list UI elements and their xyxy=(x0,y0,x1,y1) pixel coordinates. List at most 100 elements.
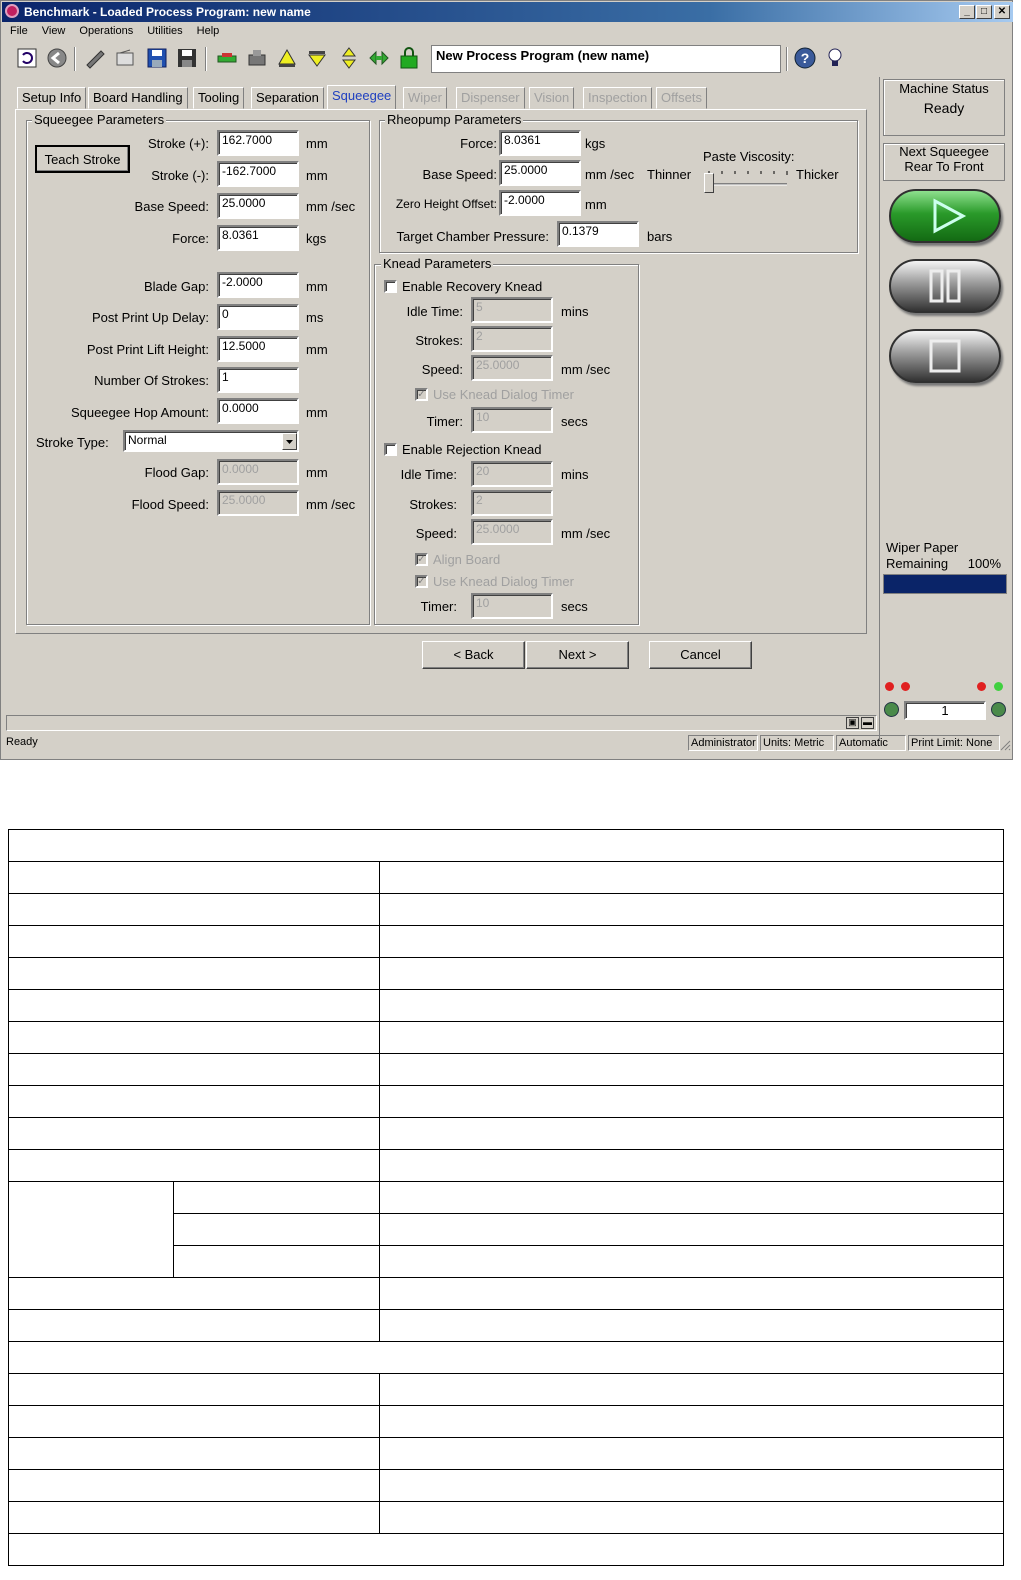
menu-view[interactable]: View xyxy=(34,23,72,37)
stroke-plus-label: Stroke (+): xyxy=(147,136,209,151)
align-icon[interactable] xyxy=(366,45,392,71)
menu-utilities[interactable]: Utilities xyxy=(139,23,188,37)
tab-tooling[interactable]: Tooling xyxy=(193,87,245,109)
target-chamber-pressure-unit: bars xyxy=(647,229,673,244)
minimize-button[interactable]: _ xyxy=(959,5,975,19)
rejection-strokes-input[interactable]: 2 xyxy=(471,490,553,516)
menu-help[interactable]: Help xyxy=(189,23,226,37)
zero-height-offset-input[interactable]: -2.0000 xyxy=(499,190,581,216)
enable-rejection-knead-checkbox[interactable] xyxy=(384,443,397,456)
save-as-icon[interactable] xyxy=(174,45,200,71)
table-cell xyxy=(8,1309,380,1342)
restore-pane-icon[interactable]: ▣ xyxy=(846,717,859,729)
status-text: Ready xyxy=(6,736,38,748)
tab-board-handling[interactable]: Board Handling xyxy=(88,87,188,109)
squeegee-hop-amount-input[interactable]: 0.0000 xyxy=(217,398,299,424)
rejection-timer-input[interactable]: 10 xyxy=(471,593,553,619)
maximize-button[interactable]: □ xyxy=(976,5,992,19)
tab-setup-info[interactable]: Setup Info xyxy=(17,87,87,109)
stop-button[interactable] xyxy=(889,329,1001,383)
stroke-minus-input[interactable]: -162.7000 xyxy=(217,161,299,187)
pause-button[interactable] xyxy=(889,259,1001,313)
back-arrow-icon[interactable] xyxy=(44,45,70,71)
table-cell xyxy=(8,1149,380,1182)
recovery-idle-time-input[interactable]: 5 xyxy=(471,297,553,323)
target-chamber-pressure-input[interactable]: 0.1379 xyxy=(557,221,639,247)
back-button[interactable]: < Back xyxy=(422,641,525,669)
viscosity-thicker-label: Thicker xyxy=(796,167,839,182)
menu-file[interactable]: File xyxy=(2,23,34,37)
help-icon[interactable]: ? xyxy=(792,45,818,71)
tab-separation[interactable]: Separation xyxy=(251,87,324,109)
lightbulb-icon[interactable] xyxy=(822,45,848,71)
flood-gap-input[interactable]: 0.0000 xyxy=(217,459,299,485)
cancel-button[interactable]: Cancel xyxy=(649,641,752,669)
rheo-base-speed-input[interactable]: 25.0000 xyxy=(499,160,581,186)
flood-speed-input[interactable]: 25.0000 xyxy=(217,490,299,516)
flood-gap-unit: mm xyxy=(306,465,328,480)
recovery-strokes-input[interactable]: 2 xyxy=(471,326,553,352)
table-cell xyxy=(379,925,1004,958)
paste-viscosity-slider[interactable] xyxy=(703,167,791,197)
rheo-force-input[interactable]: 8.0361 xyxy=(499,130,581,156)
flood-speed-label: Flood Speed: xyxy=(131,497,209,512)
blade-gap-input[interactable]: -2.0000 xyxy=(217,272,299,298)
base-speed-input[interactable]: 25.0000 xyxy=(217,193,299,219)
table-cell xyxy=(379,1277,1004,1310)
rejection-speed-unit: mm /sec xyxy=(561,526,611,541)
post-print-up-delay-input[interactable]: 0 xyxy=(217,304,299,330)
table-row xyxy=(8,1309,1004,1342)
enable-recovery-knead-label: Enable Recovery Knead xyxy=(402,279,543,294)
number-of-strokes-input[interactable]: 1 xyxy=(217,367,299,393)
raise-icon[interactable] xyxy=(274,45,300,71)
tab-dispenser[interactable]: Dispenser xyxy=(456,87,525,109)
recovery-use-timer-checkbox[interactable]: ✓ xyxy=(415,388,428,401)
force-input[interactable]: 8.0361 xyxy=(217,225,299,251)
rheo-base-speed-label: Base Speed: xyxy=(422,167,497,182)
rejection-speed-input[interactable]: 25.0000 xyxy=(471,519,553,545)
table-cell xyxy=(8,1021,380,1054)
tab-inspection[interactable]: Inspection xyxy=(583,87,653,109)
table-cell xyxy=(379,1309,1004,1342)
close-button[interactable]: ✕ xyxy=(994,5,1010,19)
horizontal-scroll-area[interactable] xyxy=(6,715,877,731)
board-load-icon[interactable] xyxy=(214,45,240,71)
up-down-icon[interactable] xyxy=(336,45,362,71)
recovery-timer-input[interactable]: 10 xyxy=(471,407,553,433)
lower-icon[interactable] xyxy=(304,45,330,71)
stroke-plus-input[interactable]: 162.7000 xyxy=(217,130,299,156)
tab-wiper[interactable]: Wiper xyxy=(403,87,447,109)
rejection-use-timer-checkbox[interactable]: ✓ xyxy=(415,575,428,588)
wiper-percent: 100% xyxy=(967,556,1001,571)
home-icon[interactable] xyxy=(14,45,40,71)
enable-recovery-knead-checkbox[interactable] xyxy=(384,280,397,293)
table-cell xyxy=(379,1469,1004,1502)
stroke-type-select[interactable]: Normal xyxy=(123,430,299,452)
force-unit: kgs xyxy=(306,231,327,246)
tab-offsets[interactable]: Offsets xyxy=(656,87,707,109)
new-program-icon[interactable] xyxy=(82,45,108,71)
open-program-icon[interactable] xyxy=(112,45,138,71)
play-button[interactable] xyxy=(889,189,1001,243)
resize-grip-icon[interactable] xyxy=(999,739,1011,751)
post-print-lift-height-label: Post Print Lift Height: xyxy=(86,342,209,357)
next-button[interactable]: Next > xyxy=(526,641,629,669)
process-program-name-field[interactable]: New Process Program (new name) xyxy=(431,45,781,73)
machine-icon[interactable] xyxy=(244,45,270,71)
table-cell xyxy=(8,1085,380,1118)
post-print-lift-height-input[interactable]: 12.5000 xyxy=(217,336,299,362)
lock-icon[interactable] xyxy=(396,45,422,71)
save-icon[interactable] xyxy=(144,45,170,71)
rejection-idle-time-unit: mins xyxy=(561,467,589,482)
recovery-speed-input[interactable]: 25.0000 xyxy=(471,355,553,381)
viscosity-slider-thumb[interactable] xyxy=(704,173,714,193)
counter-field[interactable]: 1 xyxy=(904,701,986,720)
table-cell xyxy=(8,989,380,1022)
menu-operations[interactable]: Operations xyxy=(71,23,139,37)
tab-vision[interactable]: Vision xyxy=(529,87,575,109)
align-board-checkbox[interactable]: ✓ xyxy=(415,553,428,566)
chevron-down-icon[interactable] xyxy=(282,433,297,450)
tab-squeegee[interactable]: Squeegee xyxy=(327,85,397,110)
rejection-idle-time-input[interactable]: 20 xyxy=(471,461,553,487)
minimize-pane-icon[interactable]: ▬ xyxy=(861,717,874,729)
